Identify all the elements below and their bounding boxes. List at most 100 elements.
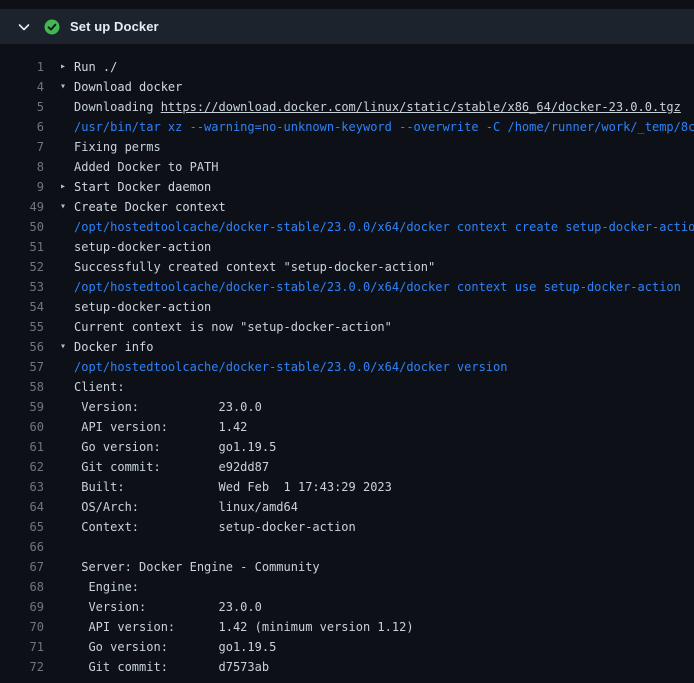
- triangle-down-icon[interactable]: ▾: [60, 77, 74, 97]
- indent-spacer: [60, 497, 74, 517]
- indent-spacer: [60, 317, 74, 337]
- indent-spacer: [60, 157, 74, 177]
- indent-spacer: [60, 117, 74, 137]
- log-text: setup-docker-action: [74, 237, 211, 257]
- line-number[interactable]: 70: [0, 617, 44, 637]
- log-text: Downloading: [74, 97, 161, 117]
- line-number[interactable]: 4: [0, 77, 44, 97]
- line-number[interactable]: 56: [0, 337, 44, 357]
- line-number[interactable]: 67: [0, 557, 44, 577]
- indent-spacer: [60, 637, 74, 657]
- line-number[interactable]: 7: [0, 137, 44, 157]
- log-line[interactable]: 56 ▾Docker info: [0, 337, 694, 357]
- log-text: Git commit: d7573ab: [74, 657, 269, 677]
- indent-spacer: [60, 657, 74, 677]
- log-line: 63 Built: Wed Feb 1 17:43:29 2023: [0, 477, 694, 497]
- command-text: /usr/bin/tar xz --warning=no-unknown-key…: [74, 117, 694, 137]
- group-title: Create Docker context: [74, 197, 226, 217]
- group-title: Run ./: [74, 57, 117, 77]
- log-text: Added Docker to PATH: [74, 157, 219, 177]
- log-text: Client:: [74, 377, 125, 397]
- step-header[interactable]: Set up Docker: [0, 9, 694, 44]
- log-text: Built: Wed Feb 1 17:43:29 2023: [74, 477, 392, 497]
- line-number[interactable]: 52: [0, 257, 44, 277]
- line-number[interactable]: 66: [0, 537, 44, 557]
- line-number[interactable]: 72: [0, 657, 44, 677]
- check-circle-success-icon: [44, 19, 60, 35]
- triangle-down-icon[interactable]: ▾: [60, 337, 74, 357]
- log-line[interactable]: 49 ▾Create Docker context: [0, 197, 694, 217]
- indent-spacer: [60, 577, 74, 597]
- line-number[interactable]: 50: [0, 217, 44, 237]
- indent-spacer: [60, 537, 74, 557]
- log-text: setup-docker-action: [74, 297, 211, 317]
- group-title: Download docker: [74, 77, 182, 97]
- log-line: 7 Fixing perms: [0, 137, 694, 157]
- line-number[interactable]: 62: [0, 457, 44, 477]
- log-line: 5 Downloading https://download.docker.co…: [0, 97, 694, 117]
- triangle-right-icon[interactable]: ▸: [60, 57, 74, 77]
- log: 1▸Run ./4▾Download docker5 Downloading h…: [0, 44, 694, 677]
- indent-spacer: [60, 477, 74, 497]
- indent-spacer: [60, 217, 74, 237]
- line-number[interactable]: 1: [0, 57, 44, 77]
- group-title: Start Docker daemon: [74, 177, 211, 197]
- log-text: Current context is now "setup-docker-act…: [74, 317, 392, 337]
- log-text: Successfully created context "setup-dock…: [74, 257, 435, 277]
- group-title: Docker info: [74, 337, 153, 357]
- line-number[interactable]: 58: [0, 377, 44, 397]
- log-line: 64 OS/Arch: linux/amd64: [0, 497, 694, 517]
- download-url-link[interactable]: https://download.docker.com/linux/static…: [161, 97, 681, 117]
- line-number[interactable]: 51: [0, 237, 44, 257]
- line-number[interactable]: 59: [0, 397, 44, 417]
- line-number[interactable]: 9: [0, 177, 44, 197]
- log-line: 67 Server: Docker Engine - Community: [0, 557, 694, 577]
- triangle-down-icon[interactable]: ▾: [60, 197, 74, 217]
- log-line[interactable]: 9 ▸Start Docker daemon: [0, 177, 694, 197]
- log-text: Version: 23.0.0: [74, 597, 262, 617]
- log-text: API version: 1.42 (minimum version 1.12): [74, 617, 414, 637]
- log-text: Git commit: e92dd87: [74, 457, 269, 477]
- log-line: 59 Version: 23.0.0: [0, 397, 694, 417]
- log-text: API version: 1.42: [74, 417, 247, 437]
- log-line: 50 /opt/hostedtoolcache/docker-stable/23…: [0, 217, 694, 237]
- indent-spacer: [60, 557, 74, 577]
- line-number[interactable]: 53: [0, 277, 44, 297]
- line-number[interactable]: 65: [0, 517, 44, 537]
- log-line: 62 Git commit: e92dd87: [0, 457, 694, 477]
- line-number[interactable]: 57: [0, 357, 44, 377]
- line-number[interactable]: 64: [0, 497, 44, 517]
- log-text: OS/Arch: linux/amd64: [74, 497, 298, 517]
- line-number[interactable]: 5: [0, 97, 44, 117]
- log-line: 70 API version: 1.42 (minimum version 1.…: [0, 617, 694, 637]
- indent-spacer: [60, 457, 74, 477]
- line-number[interactable]: 49: [0, 197, 44, 217]
- indent-spacer: [60, 137, 74, 157]
- log-line: 58 Client:: [0, 377, 694, 397]
- triangle-right-icon[interactable]: ▸: [60, 177, 74, 197]
- log-text: Go version: go1.19.5: [74, 437, 276, 457]
- line-number[interactable]: 69: [0, 597, 44, 617]
- line-number[interactable]: 63: [0, 477, 44, 497]
- chevron-down-icon[interactable]: [16, 19, 32, 35]
- indent-spacer: [60, 417, 74, 437]
- indent-spacer: [60, 377, 74, 397]
- log-line: 65 Context: setup-docker-action: [0, 517, 694, 537]
- log-line: 60 API version: 1.42: [0, 417, 694, 437]
- line-number[interactable]: 55: [0, 317, 44, 337]
- line-number[interactable]: 61: [0, 437, 44, 457]
- line-number[interactable]: 68: [0, 577, 44, 597]
- step-title: Set up Docker: [70, 19, 159, 34]
- line-number[interactable]: 8: [0, 157, 44, 177]
- log-line[interactable]: 1 ▸Run ./: [0, 57, 694, 77]
- line-number[interactable]: 54: [0, 297, 44, 317]
- command-text: /opt/hostedtoolcache/docker-stable/23.0.…: [74, 357, 507, 377]
- indent-spacer: [60, 257, 74, 277]
- line-number[interactable]: 60: [0, 417, 44, 437]
- line-number[interactable]: 71: [0, 637, 44, 657]
- log-line: 69 Version: 23.0.0: [0, 597, 694, 617]
- log-line[interactable]: 4 ▾Download docker: [0, 77, 694, 97]
- log-text: Version: 23.0.0: [74, 397, 262, 417]
- line-number[interactable]: 6: [0, 117, 44, 137]
- log-text: Go version: go1.19.5: [74, 637, 276, 657]
